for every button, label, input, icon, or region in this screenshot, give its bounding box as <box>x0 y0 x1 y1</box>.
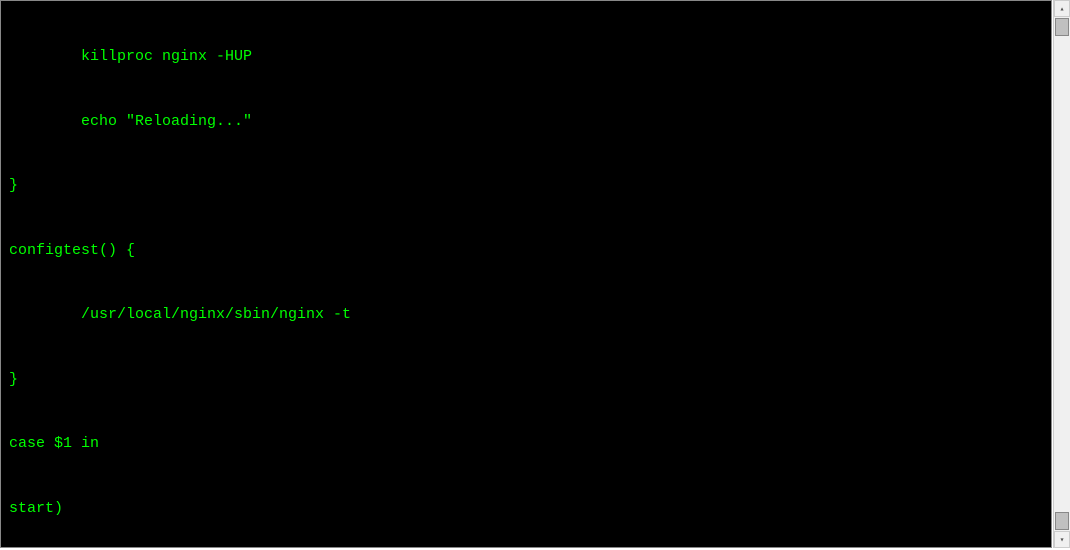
chevron-down-icon: ▾ <box>1060 535 1065 545</box>
terminal-output: killproc nginx -HUP echo "Reloading..." … <box>9 3 1051 548</box>
terminal-window[interactable]: killproc nginx -HUP echo "Reloading..." … <box>0 0 1052 548</box>
vertical-scrollbar[interactable]: ▴ ▾ <box>1053 0 1070 548</box>
code-line: } <box>9 175 1051 197</box>
scrollbar-thumb[interactable] <box>1055 18 1069 36</box>
scrollbar-down-button[interactable]: ▾ <box>1054 531 1070 548</box>
code-line: start) <box>9 498 1051 520</box>
scrollbar-up-button[interactable]: ▴ <box>1054 0 1070 17</box>
code-line: } <box>9 369 1051 391</box>
code-line: echo "Reloading..." <box>9 111 1051 133</box>
code-line: killproc nginx -HUP <box>9 46 1051 68</box>
code-line: configtest() { <box>9 240 1051 262</box>
scrollbar-thumb[interactable] <box>1055 512 1069 530</box>
code-line: /usr/local/nginx/sbin/nginx -t <box>9 304 1051 326</box>
code-line: case $1 in <box>9 433 1051 455</box>
chevron-up-icon: ▴ <box>1060 4 1065 14</box>
